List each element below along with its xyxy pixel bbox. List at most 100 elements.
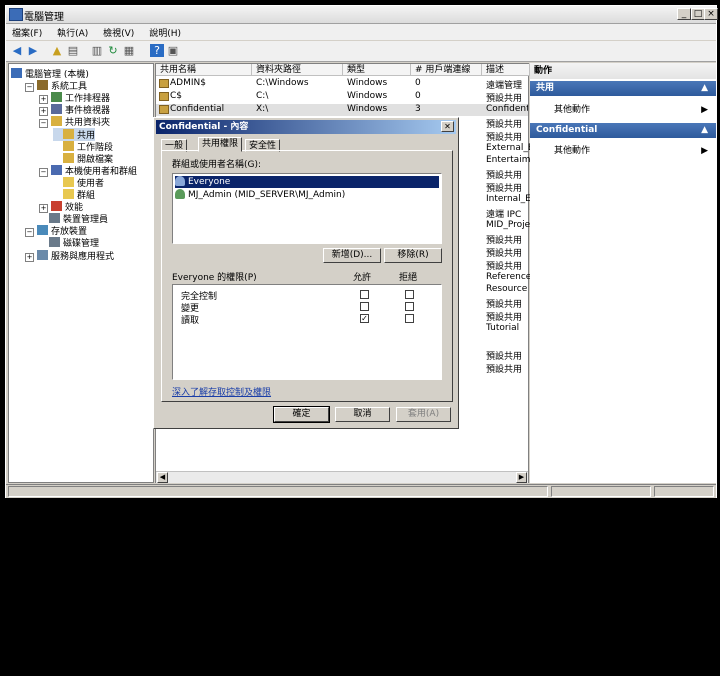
description-cell: 預設共用 [486,119,523,130]
deny-checkbox[interactable] [405,314,414,323]
column-header[interactable]: # 用戶端連線 [411,64,482,76]
maximize-button[interactable]: □ [691,8,705,20]
tree-node-icon [11,68,22,78]
menu-file[interactable]: 檔案(F) [6,24,48,41]
table-cell: Windows [347,78,388,88]
actions-pane: 動作 共用 ▲ 其他動作 ▶ Confidential ▲ 其他動作 ▶ [530,63,716,483]
console-tree: 電腦管理 (本機) − 系統工具 + 工作排程器 + 事件檢視器 − 共用資料夾 共用 工作階段 開啟… [8,63,154,483]
back-arrow-icon[interactable]: ◀ [10,44,24,57]
minimize-button[interactable]: _ [677,8,691,20]
tree-item[interactable]: 電腦管理 (本機) [11,67,89,80]
tree-item[interactable]: 使用者 [53,176,104,189]
actions-header: 動作 [530,63,716,79]
tree-item[interactable]: 開啟檔案 [53,152,113,165]
deny-checkbox[interactable] [405,290,414,299]
user-name: MJ_Admin (MID_SERVER\MJ_Admin) [188,190,346,200]
user-list-item[interactable]: Everyone [175,176,439,188]
tree-item[interactable]: 磁碟管理 [39,236,99,249]
collapse-icon[interactable]: − [39,167,48,177]
tree-item[interactable]: + 服務與應用程式 [25,249,114,262]
group-icon [175,176,185,186]
column-header[interactable]: 描述 [482,64,530,76]
shared-folder-icon [159,104,169,114]
collapse-icon[interactable]: ▲ [701,123,708,138]
column-header[interactable]: 資料夾路徑 [252,64,343,76]
allow-checkbox[interactable] [360,290,369,299]
tree-node-icon [63,140,74,151]
scroll-left-icon[interactable]: ◀ [157,472,168,483]
show-tree-icon[interactable]: ▤ [66,44,80,57]
column-header[interactable]: 共用名稱 [156,64,252,76]
status-segment [8,486,548,497]
forward-arrow-icon[interactable]: ▶ [26,44,40,57]
status-segment [654,486,714,497]
learn-access-control-link[interactable]: 深入了解存取控制及權限 [172,385,271,398]
deny-checkbox[interactable] [405,302,414,311]
toolbar: ◀ ▶ ▲ ▤ ▥ ↻ ▦ ? ▣ [6,41,716,62]
description-cell: Tutorial [486,323,520,334]
more-actions-shares[interactable]: 其他動作 ▶ [530,103,716,117]
tree-item[interactable]: + 工作排程器 [39,91,110,105]
tree-item[interactable]: + 事件檢視器 [39,103,110,117]
tree-item[interactable]: − 共用資料夾 [39,115,110,129]
deny-column-header: 拒絕 [399,273,418,283]
allow-checkbox[interactable] [360,302,369,311]
more-actions-confidential[interactable]: 其他動作 ▶ [530,144,716,158]
show-action-pane-icon[interactable]: ▣ [166,44,180,57]
up-folder-icon[interactable]: ▲ [50,44,64,57]
description-cell: External_Ex [486,142,530,153]
user-list-item[interactable]: MJ_Admin (MID_SERVER\MJ_Admin) [175,189,439,201]
tree-item[interactable]: 工作階段 [53,140,113,153]
apply-button[interactable]: 套用(A) [396,407,451,422]
cancel-button[interactable]: 取消 [335,407,390,422]
scroll-right-icon[interactable]: ▶ [516,472,527,483]
tree-item[interactable]: − 系統工具 [25,79,87,93]
table-row[interactable]: C$ C:\ Windows 0 預設共用 [156,91,528,104]
tree-item[interactable]: − 存放裝置 [25,224,87,238]
ok-button[interactable]: 確定 [273,406,330,423]
help-icon[interactable]: ? [150,44,164,57]
permissions-listbox: 完全控制 變更 讀取 ✓ [172,284,442,380]
dialog-close-button[interactable]: ✕ [441,121,454,132]
collapse-icon[interactable]: − [39,119,48,129]
column-header[interactable]: 類型 [343,64,411,76]
actions-section-confidential[interactable]: Confidential ▲ [530,123,716,138]
menu-help[interactable]: 說明(H) [143,24,187,41]
tree-item[interactable]: + 效能 [39,200,83,214]
menu-action[interactable]: 執行(A) [51,24,94,41]
description-cell: Internal_Ex [486,194,530,205]
export-list-icon[interactable]: ▥ [90,44,104,57]
tree-item[interactable]: − 本機使用者和群組 [39,164,137,177]
collapse-icon[interactable]: − [25,83,34,93]
tree-item[interactable]: 共用 [53,127,96,141]
section-title: 共用 [536,83,555,93]
table-row[interactable]: ADMIN$ C:\Windows Windows 0 遠端管理 [156,78,528,91]
expand-icon[interactable]: + [25,252,34,262]
tree-item[interactable]: 群組 [53,188,95,201]
tab-share-permissions[interactable]: 共用權限 [198,137,243,152]
add-button[interactable]: 新增(D)... [323,248,381,263]
collapse-icon[interactable]: ▲ [701,81,708,96]
actions-section-shares[interactable]: 共用 ▲ [530,81,716,96]
collapse-icon[interactable]: − [25,228,34,238]
description-cell: 預設共用 [486,248,523,259]
tree-node-icon [51,201,62,212]
tree-item[interactable]: 裝置管理員 [39,212,108,225]
tree-node-icon [37,225,48,236]
refresh-icon[interactable]: ↻ [106,44,120,57]
horizontal-scrollbar[interactable]: ◀ ▶ [156,471,528,483]
share-permissions-panel: 群組或使用者名稱(G): Everyone MJ_Admin (MID_SERVE… [161,150,453,402]
users-listbox[interactable]: Everyone MJ_Admin (MID_SERVER\MJ_Admin) [172,173,442,244]
table-cell: Confidentia [486,103,528,114]
action-label: 其他動作 [554,105,591,115]
table-row[interactable]: Confidential X:\ Windows 3 Confidentia [156,103,528,116]
close-button[interactable]: × [704,8,718,20]
description-cell: MID_Projec [486,219,530,230]
menu-view[interactable]: 檢視(V) [97,24,140,41]
tree-node-icon [51,104,62,115]
allow-checkbox[interactable]: ✓ [360,314,369,323]
properties-icon[interactable]: ▦ [122,44,136,57]
computer-management-icon [9,8,23,21]
remove-button[interactable]: 移除(R) [384,248,442,263]
description-cell: Entertaimen [486,155,530,166]
